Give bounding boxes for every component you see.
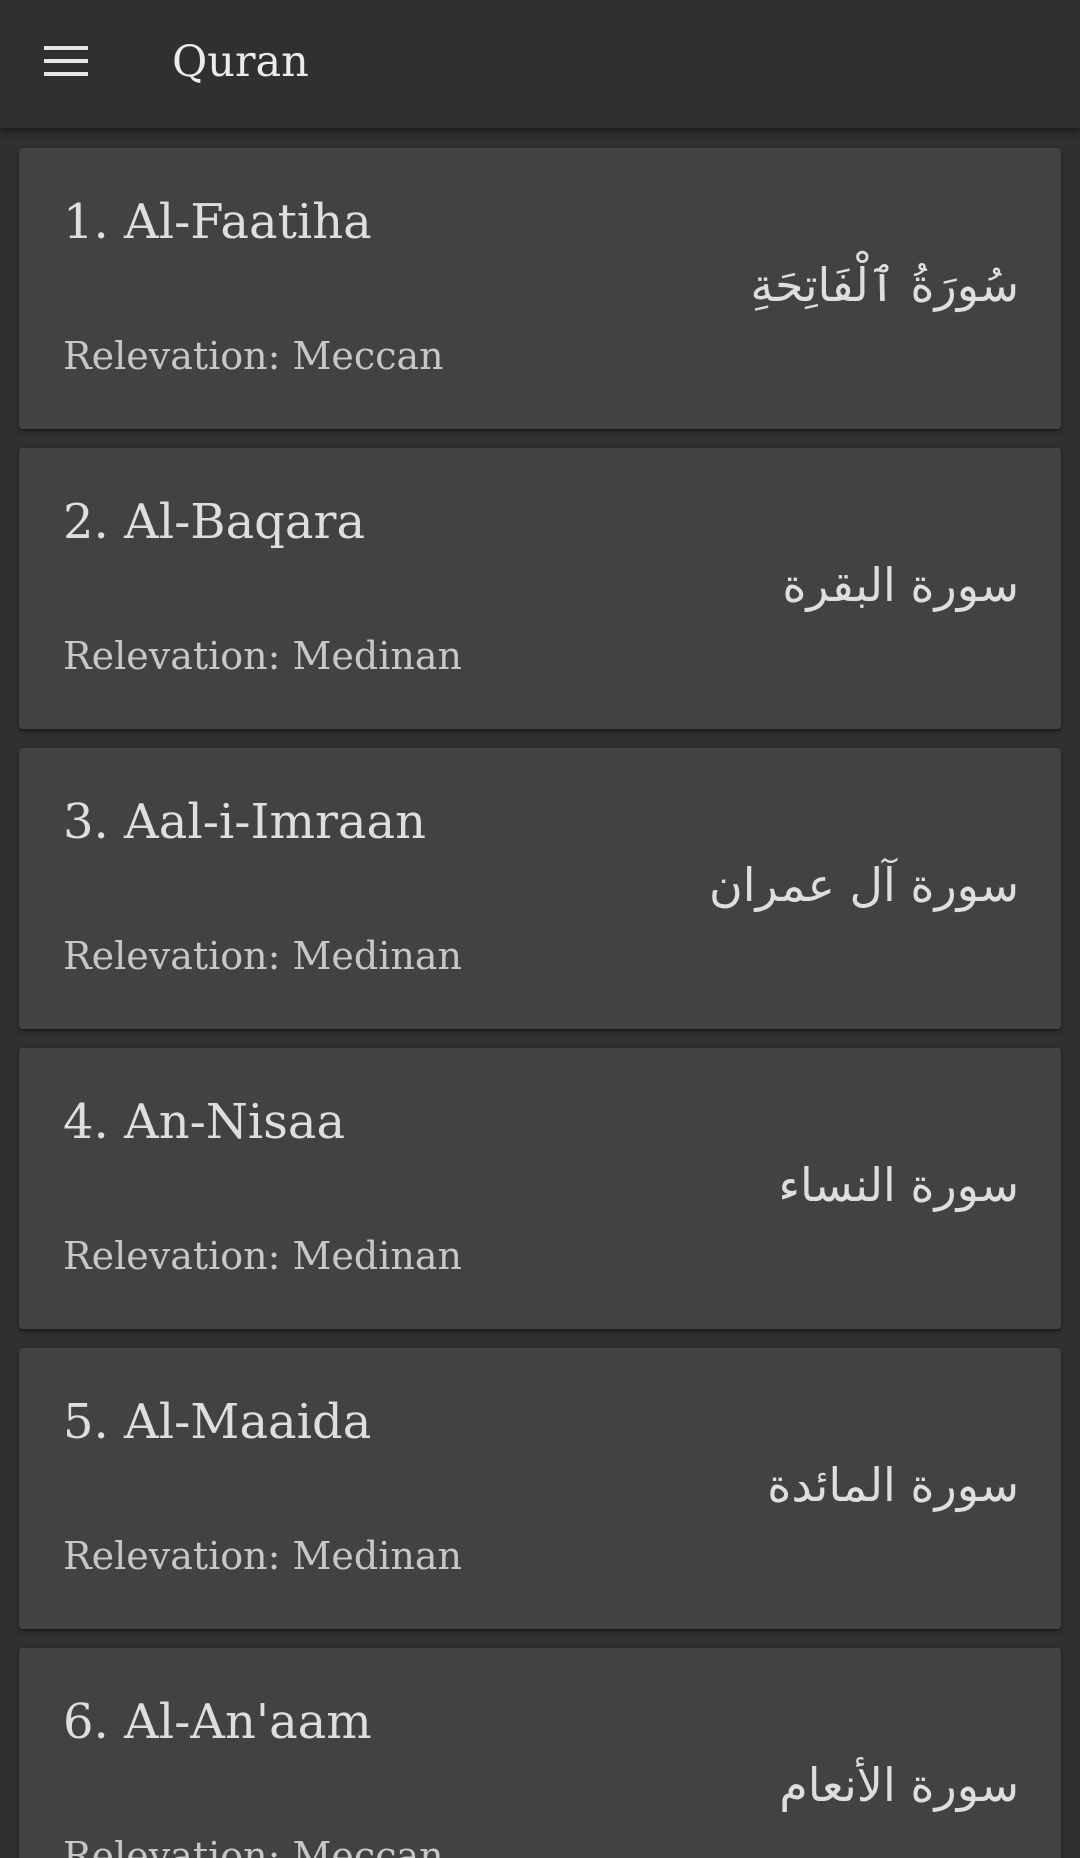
- surah-card-2[interactable]: 2. Al-Baqara سورة البقرة Relevation: Med…: [19, 448, 1061, 729]
- app-bar: Quran: [0, 0, 1080, 128]
- surah-title: 2. Al-Baqara: [63, 494, 366, 550]
- hamburger-menu-icon: [44, 46, 88, 76]
- surah-card-1[interactable]: 1. Al-Faatiha سُورَةُ ٱلْفَاتِحَةِ Relev…: [19, 148, 1061, 429]
- surah-title: 1. Al-Faatiha: [63, 194, 372, 250]
- surah-title: 5. Al-Maaida: [63, 1394, 372, 1450]
- surah-card-3[interactable]: 3. Aal-i-Imraan سورة آل عمران Relevation…: [19, 748, 1061, 1029]
- surah-arabic-name: سورة الأنعام: [779, 1758, 1019, 1812]
- surah-card-4[interactable]: 4. An-Nisaa سورة النساء Relevation: Medi…: [19, 1048, 1061, 1329]
- surah-arabic-name: سورة المائدة: [767, 1458, 1019, 1512]
- menu-button[interactable]: [26, 26, 106, 96]
- surah-card-5[interactable]: 5. Al-Maaida سورة المائدة Relevation: Me…: [19, 1348, 1061, 1629]
- surah-list: 1. Al-Faatiha سُورَةُ ٱلْفَاتِحَةِ Relev…: [0, 128, 1080, 1858]
- surah-arabic-name: سُورَةُ ٱلْفَاتِحَةِ: [750, 258, 1019, 312]
- surah-revelation: Relevation: Meccan: [63, 1834, 444, 1858]
- surah-arabic-name: سورة النساء: [778, 1158, 1019, 1212]
- surah-arabic-name: سورة البقرة: [782, 558, 1019, 612]
- surah-revelation: Relevation: Medinan: [63, 1234, 462, 1278]
- surah-card-6[interactable]: 6. Al-An'aam سورة الأنعام Relevation: Me…: [19, 1648, 1061, 1858]
- surah-arabic-name: سورة آل عمران: [708, 858, 1019, 912]
- surah-revelation: Relevation: Medinan: [63, 634, 462, 678]
- surah-title: 6. Al-An'aam: [63, 1694, 372, 1750]
- surah-revelation: Relevation: Meccan: [63, 334, 444, 378]
- app-title: Quran: [172, 37, 309, 87]
- surah-title: 4. An-Nisaa: [63, 1094, 346, 1150]
- surah-revelation: Relevation: Medinan: [63, 1534, 462, 1578]
- surah-title: 3. Aal-i-Imraan: [63, 794, 427, 850]
- surah-revelation: Relevation: Medinan: [63, 934, 462, 978]
